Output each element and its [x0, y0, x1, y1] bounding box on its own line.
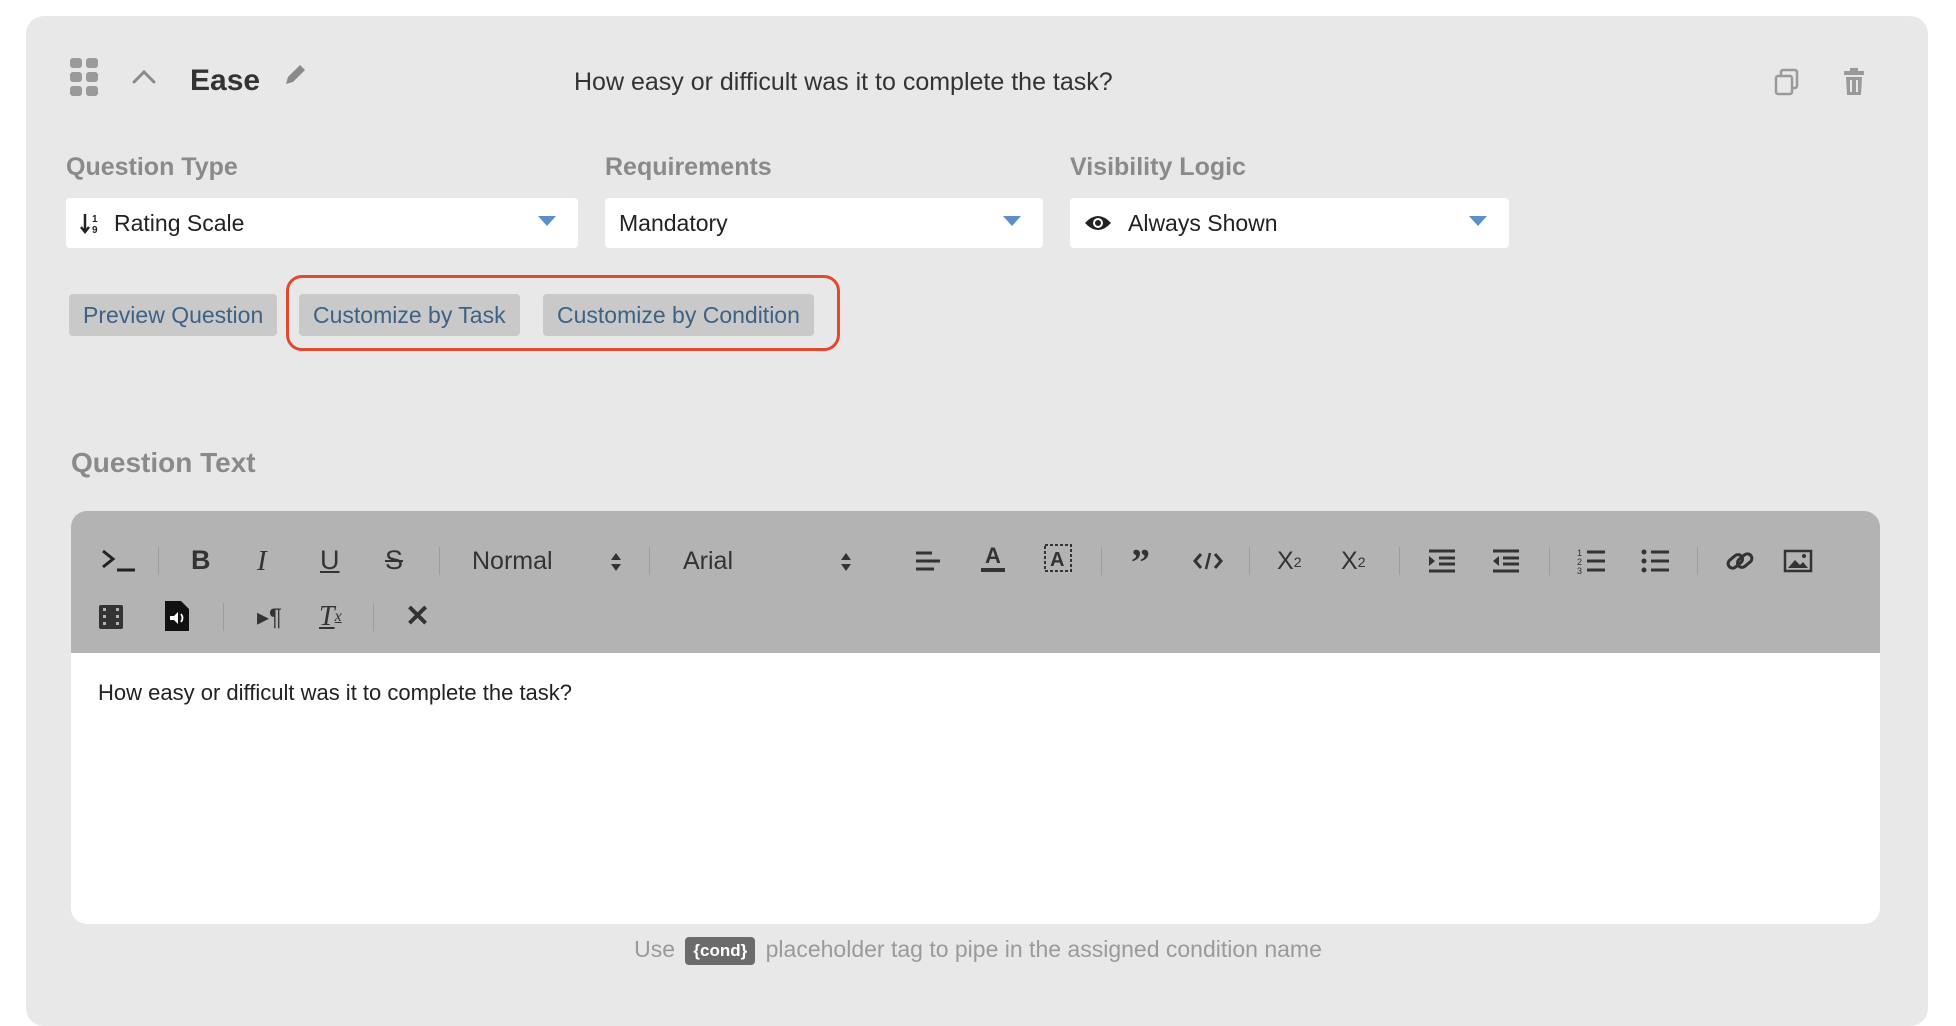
toolbar-separator	[158, 547, 159, 575]
question-type-label: Question Type	[66, 153, 238, 181]
superscript-icon[interactable]: X2	[1341, 547, 1365, 576]
toolbar-separator	[223, 603, 224, 631]
image-icon[interactable]	[1783, 549, 1813, 573]
trash-icon[interactable]	[1842, 68, 1866, 96]
link-icon[interactable]	[1725, 547, 1755, 575]
toolbar-separator	[1399, 547, 1400, 575]
requirements-label: Requirements	[605, 153, 772, 181]
requirements-value: Mandatory	[619, 209, 728, 236]
rich-text-editor: B I U S Normal Arial A A ” X2 X2 1 2 3 ▸…	[71, 511, 1880, 924]
bold-icon[interactable]: B	[191, 545, 211, 576]
toolbar-separator	[1549, 547, 1550, 575]
visibility-logic-select[interactable]: Always Shown	[1070, 198, 1509, 248]
strikethrough-icon[interactable]: S	[385, 545, 403, 576]
highlight-box	[286, 275, 840, 351]
blockquote-icon[interactable]: ”	[1131, 541, 1150, 585]
eye-icon	[1085, 216, 1111, 230]
bullet-list-icon[interactable]	[1641, 547, 1671, 575]
hint-prefix: Use	[634, 936, 676, 962]
chevron-down-icon	[538, 216, 556, 226]
requirements-select[interactable]: Mandatory	[605, 198, 1043, 248]
copy-icon[interactable]	[1774, 68, 1800, 96]
svg-text:A: A	[1050, 549, 1064, 571]
clear-format-icon[interactable]: Tx	[319, 601, 342, 633]
visibility-logic-value: Always Shown	[1128, 209, 1278, 236]
toolbar-separator	[1697, 547, 1698, 575]
hint-suffix: placeholder tag to pipe in the assigned …	[765, 936, 1322, 962]
question-text-preview: How easy or difficult was it to complete…	[574, 68, 1113, 96]
svg-text:9: 9	[92, 225, 98, 235]
svg-text:1: 1	[92, 214, 98, 225]
editor-content[interactable]: How easy or difficult was it to complete…	[98, 680, 572, 706]
updown-icon	[611, 553, 621, 571]
close-icon[interactable]: ✕	[405, 599, 430, 634]
ordered-list-icon[interactable]: 123	[1577, 547, 1607, 575]
subscript-icon[interactable]: X2	[1277, 547, 1301, 576]
visibility-logic-label: Visibility Logic	[1070, 153, 1246, 181]
font-color-icon[interactable]: A	[979, 543, 1007, 575]
video-icon[interactable]	[97, 603, 125, 631]
placeholder-hint: Use {cond} placeholder tag to pipe in th…	[0, 936, 1956, 965]
question-type-select[interactable]: 1 9 Rating Scale	[66, 198, 578, 248]
updown-icon	[841, 553, 851, 571]
question-type-value: Rating Scale	[114, 209, 245, 236]
svg-text:3: 3	[1577, 566, 1582, 575]
format-select[interactable]: Normal	[472, 547, 553, 576]
highlight-color-icon[interactable]: A	[1043, 543, 1073, 575]
font-select[interactable]: Arial	[683, 547, 733, 576]
toolbar-separator	[373, 603, 374, 631]
chevron-up-icon[interactable]	[130, 66, 158, 86]
question-text-label: Question Text	[71, 447, 256, 478]
editor-toolbar: B I U S Normal Arial A A ” X2 X2 1 2 3 ▸…	[71, 511, 1880, 653]
question-title: Ease	[190, 64, 261, 97]
preview-question-button[interactable]: Preview Question	[69, 294, 278, 336]
pencil-icon[interactable]	[282, 62, 308, 88]
underline-icon[interactable]: U	[320, 545, 340, 576]
chevron-down-icon	[1469, 216, 1487, 226]
align-left-icon[interactable]	[914, 549, 942, 573]
chevron-down-icon	[1003, 216, 1021, 226]
audio-icon[interactable]	[163, 599, 191, 633]
toolbar-separator	[439, 547, 440, 575]
outdent-icon[interactable]	[1491, 548, 1521, 574]
toolbar-separator	[649, 547, 650, 575]
sort-icon: 1 9	[80, 214, 98, 235]
indent-icon[interactable]	[1427, 548, 1457, 574]
code-icon[interactable]	[1193, 551, 1223, 571]
terminal-icon[interactable]	[101, 547, 137, 573]
italic-icon[interactable]: I	[257, 545, 267, 578]
toolbar-separator	[1101, 547, 1102, 575]
cond-tag-badge: {cond}	[685, 936, 756, 965]
drag-handle-icon[interactable]	[70, 58, 98, 96]
toolbar-separator	[1249, 547, 1250, 575]
svg-text:A: A	[985, 543, 1001, 568]
text-direction-icon[interactable]: ▸¶	[257, 603, 282, 632]
